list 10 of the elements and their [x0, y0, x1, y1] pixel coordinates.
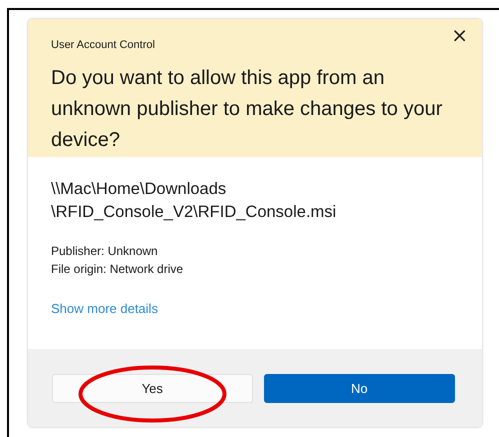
- question-text: Do you want to allow this app from an unknown publisher to make changes to your device?: [51, 66, 444, 153]
- allow-button[interactable]: Yes: [52, 374, 253, 402]
- window-title: User Account Control: [51, 39, 155, 51]
- detail-text: File origin: Network drive: [51, 261, 184, 278]
- details-link[interactable]: Show more details: [51, 301, 158, 316]
- close-button[interactable]: ×: [447, 23, 472, 47]
- file-path: \RFID_Console_V2\RFID_Console.msi: [51, 202, 338, 223]
- deny-button[interactable]: No: [264, 374, 455, 402]
- file-path: \\Mac\Home\Downloads: [51, 179, 228, 200]
- detail-text: Publisher: Unknown: [51, 243, 159, 260]
